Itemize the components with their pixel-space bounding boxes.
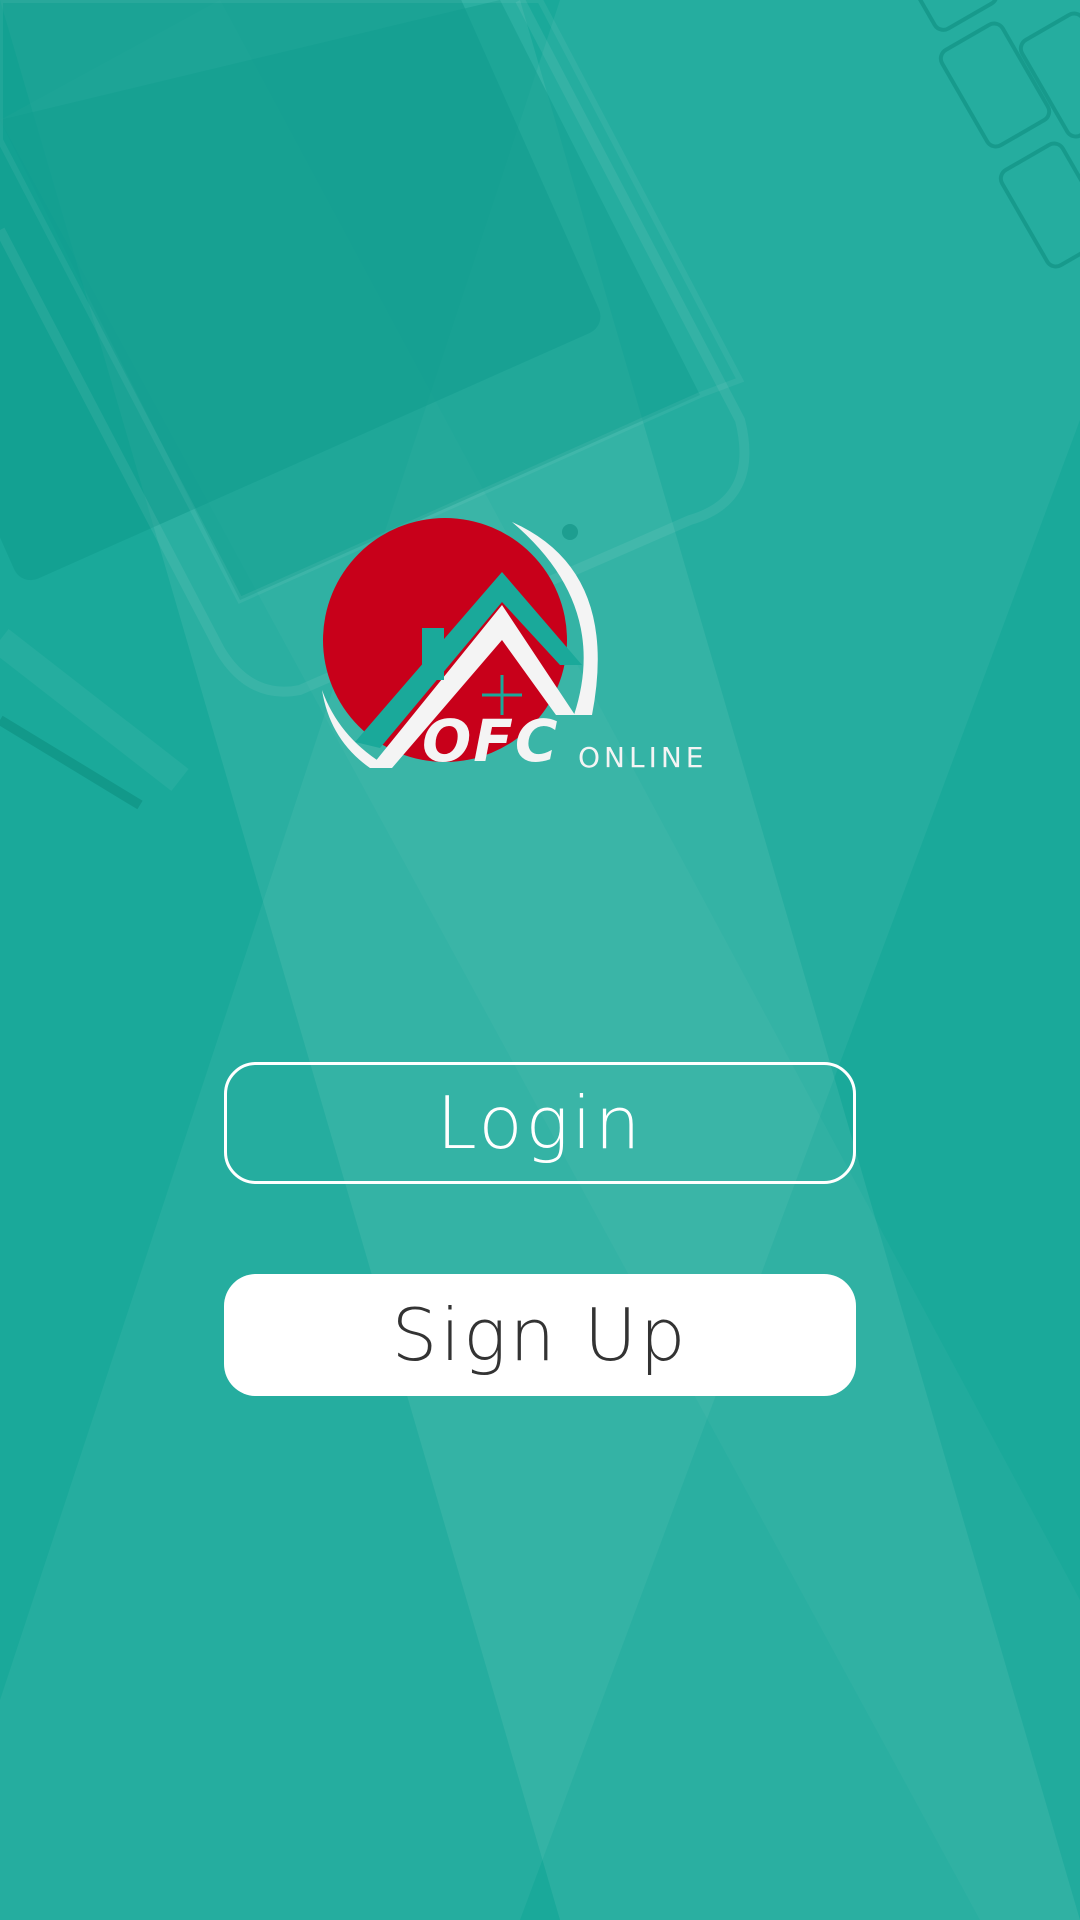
signup-button[interactable]: Sign Up bbox=[224, 1274, 856, 1396]
background-decoration bbox=[0, 0, 1080, 1920]
brand-main: OFC bbox=[422, 707, 560, 775]
brand-subtitle: ONLINE bbox=[578, 744, 707, 772]
brand-sub: ONLINE bbox=[578, 741, 708, 774]
signup-button-label: Sign Up bbox=[391, 1293, 689, 1377]
brand-name: OFC bbox=[422, 712, 560, 770]
login-button-label: Login bbox=[436, 1081, 644, 1165]
login-button[interactable]: Login bbox=[224, 1062, 856, 1184]
app-logo: OFC ONLINE bbox=[310, 510, 770, 780]
